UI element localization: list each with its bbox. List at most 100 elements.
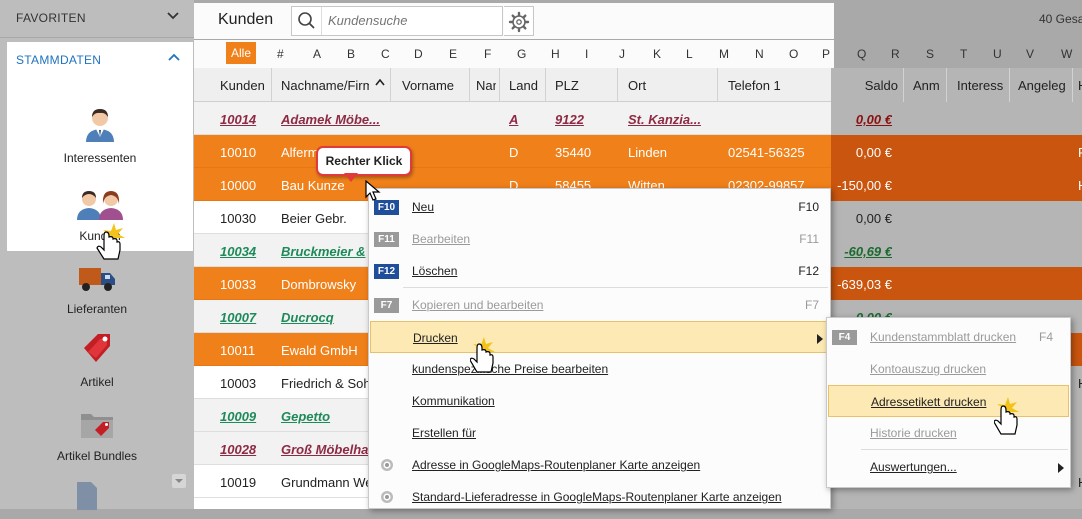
cell-land: A <box>509 112 519 127</box>
menu-item-adresse-in-googlemaps-routenplaner-karte-anzeigen[interactable]: Adresse in GoogleMaps-Routenplaner Karte… <box>370 449 829 481</box>
filter-letter-b[interactable]: B <box>347 47 355 61</box>
menu-item-shortcut: F10 <box>798 200 819 214</box>
cell-nr: 10030 <box>220 211 257 226</box>
arrow-cursor-icon <box>365 179 381 205</box>
menu-item-historie-drucken[interactable]: Historie drucken <box>828 417 1069 449</box>
filter-letter-t[interactable]: T <box>960 47 967 61</box>
filter-letter-g[interactable]: G <box>517 47 526 61</box>
submenu-arrow-icon <box>817 333 823 347</box>
shortcut-key-badge: F7 <box>374 298 399 313</box>
column-header-saldo[interactable]: Saldo <box>856 78 898 93</box>
cell-extra: H <box>1078 376 1082 391</box>
stammdaten-label: STAMMDATEN <box>16 53 102 67</box>
sidebar-item-document[interactable] <box>0 480 180 519</box>
filter-letter-o[interactable]: O <box>789 47 798 61</box>
sidebar-item-artikel-bundles[interactable]: Artikel Bundles <box>4 408 190 463</box>
menu-item-shortcut: F12 <box>798 264 819 278</box>
menu-item-adressetikett-drucken[interactable]: Adressetikett drucken <box>828 385 1069 417</box>
filter-all-button[interactable]: Alle <box>226 42 256 64</box>
menu-item-label: Neu <box>412 200 435 214</box>
cell-extra: H <box>1078 178 1082 193</box>
filter-letter-q[interactable]: Q <box>857 47 866 61</box>
menu-item-löschen[interactable]: F12 Löschen F12 <box>370 255 829 287</box>
column-header-name[interactable]: Name <box>476 78 496 93</box>
sidebar-item-lieferanten[interactable]: Lieferanten <box>4 265 190 316</box>
filter-letter-a[interactable]: A <box>313 47 321 61</box>
hand-click-cursor-icon <box>993 396 1028 441</box>
cell-nr: 10011 <box>220 343 256 358</box>
cell-nr: 10034 <box>220 244 257 259</box>
column-header-telefon[interactable]: Telefon 1 <box>728 78 808 93</box>
sidebar-item-label: Interessenten <box>63 151 137 165</box>
cell-plz: 9122 <box>555 112 584 127</box>
filter-letter-p[interactable]: P <box>822 47 830 61</box>
table-header: Kunden Nachname/Firma Vorname Name Land … <box>194 68 1082 102</box>
alphabet-filter-bar: Alle # A B C D E F G H I J K L M N O P Q R S T U V W <box>194 40 1082 68</box>
menu-item-shortcut: F11 <box>799 232 819 246</box>
cell-nr: 10019 <box>220 475 257 490</box>
filter-letter-j[interactable]: J <box>619 47 625 61</box>
column-header-interessent[interactable]: Interess <box>957 78 1007 93</box>
column-header-kunden[interactable]: Kunden <box>220 78 268 93</box>
scroll-down-button[interactable] <box>172 474 186 488</box>
filter-letter-e[interactable]: E <box>449 47 457 61</box>
search-icon[interactable] <box>292 7 322 35</box>
favorites-section-header[interactable]: FAVORITEN <box>0 0 194 38</box>
sort-asc-icon[interactable] <box>374 77 386 92</box>
cell-saldo: 0,00 € <box>855 145 892 160</box>
menu-item-kundenspezifische-preise-bearbeiten[interactable]: kundenspezifische Preise bearbeiten <box>370 353 829 385</box>
menu-item-kopieren-und-bearbeiten[interactable]: F7 Kopieren und bearbeiten F7 <box>370 289 829 321</box>
menu-item-label: Drucken <box>413 331 458 345</box>
callout-tail <box>344 173 358 182</box>
menu-item-auswertungen[interactable]: Auswertungen... <box>828 451 1069 483</box>
column-header-nachname[interactable]: Nachname/Firma <box>281 78 369 93</box>
menu-item-neu[interactable]: F10 Neu F10 <box>370 191 829 223</box>
filter-letter-u[interactable]: U <box>993 47 1002 61</box>
column-header-ort[interactable]: Ort <box>628 78 698 93</box>
hand-click-cursor-icon <box>94 222 128 265</box>
customers-icon <box>7 188 193 223</box>
sidebar-item-interessenten[interactable]: Interessenten <box>7 106 193 165</box>
column-header-angelegt[interactable]: Angeleg <box>1018 78 1068 93</box>
filter-letter-f[interactable]: F <box>484 47 491 61</box>
column-header-h[interactable]: H <box>1078 78 1082 93</box>
right-click-callout: Rechter Klick <box>316 146 412 176</box>
chevron-up-icon[interactable] <box>167 50 181 67</box>
menu-item-kommunikation[interactable]: Kommunikation <box>370 385 829 417</box>
gear-icon[interactable] <box>504 6 534 36</box>
cell-tel: 02541-56325 <box>728 145 805 160</box>
filter-letter-h[interactable]: H <box>551 47 560 61</box>
filter-letter-m[interactable]: M <box>719 47 729 61</box>
menu-item-kundenstammblatt-drucken[interactable]: F4 Kundenstammblatt drucken F4 <box>828 321 1069 353</box>
menu-item-label: Auswertungen... <box>870 460 957 474</box>
column-header-vorname[interactable]: Vorname <box>402 78 466 93</box>
menu-item-erstellen-für[interactable]: Erstellen für <box>370 417 829 449</box>
search-input[interactable] <box>328 13 488 28</box>
filter-letter-w[interactable]: W <box>1061 47 1072 61</box>
filter-letter-r[interactable]: R <box>891 47 900 61</box>
filter-letter-hash[interactable]: # <box>277 47 284 61</box>
filter-letter-k[interactable]: K <box>653 47 661 61</box>
sidebar-item-artikel[interactable]: Artikel <box>4 332 190 389</box>
menu-item-kontoauszug-drucken[interactable]: Kontoauszug drucken <box>828 353 1069 385</box>
menu-item-bearbeiten[interactable]: F11 Bearbeiten F11 <box>370 223 829 255</box>
filter-letter-n[interactable]: N <box>755 47 764 61</box>
chevron-down-icon[interactable] <box>166 9 180 26</box>
cell-saldo: -150,00 € <box>837 178 892 193</box>
cell-nr: 10014 <box>220 112 257 127</box>
menu-item-label: Kontoauszug drucken <box>870 362 987 376</box>
filter-letter-v[interactable]: V <box>1026 47 1034 61</box>
column-header-plz[interactable]: PLZ <box>555 78 605 93</box>
menu-item-drucken[interactable]: Drucken <box>370 321 829 353</box>
sidebar-item-label: Artikel Bundles <box>56 449 138 463</box>
filter-letter-d[interactable]: D <box>414 47 423 61</box>
column-header-land[interactable]: Land <box>509 78 545 93</box>
filter-letter-l[interactable]: L <box>686 47 693 61</box>
table-row[interactable]: 10014 Adamek Möbe... A 9122 St. Kanzia... 0,0… <box>194 102 1082 135</box>
filter-letter-s[interactable]: S <box>926 47 934 61</box>
menu-item-standard-lieferadresse-in-googlemaps-routenplaner-karte-anzeigen[interactable]: Standard-Lieferadresse in GoogleMaps-Rou… <box>370 481 829 513</box>
filter-letter-i[interactable]: I <box>585 47 588 61</box>
cell-saldo: 0,00 € <box>855 211 892 226</box>
column-header-anm[interactable]: Anm <box>913 78 945 93</box>
filter-letter-c[interactable]: C <box>381 47 390 61</box>
